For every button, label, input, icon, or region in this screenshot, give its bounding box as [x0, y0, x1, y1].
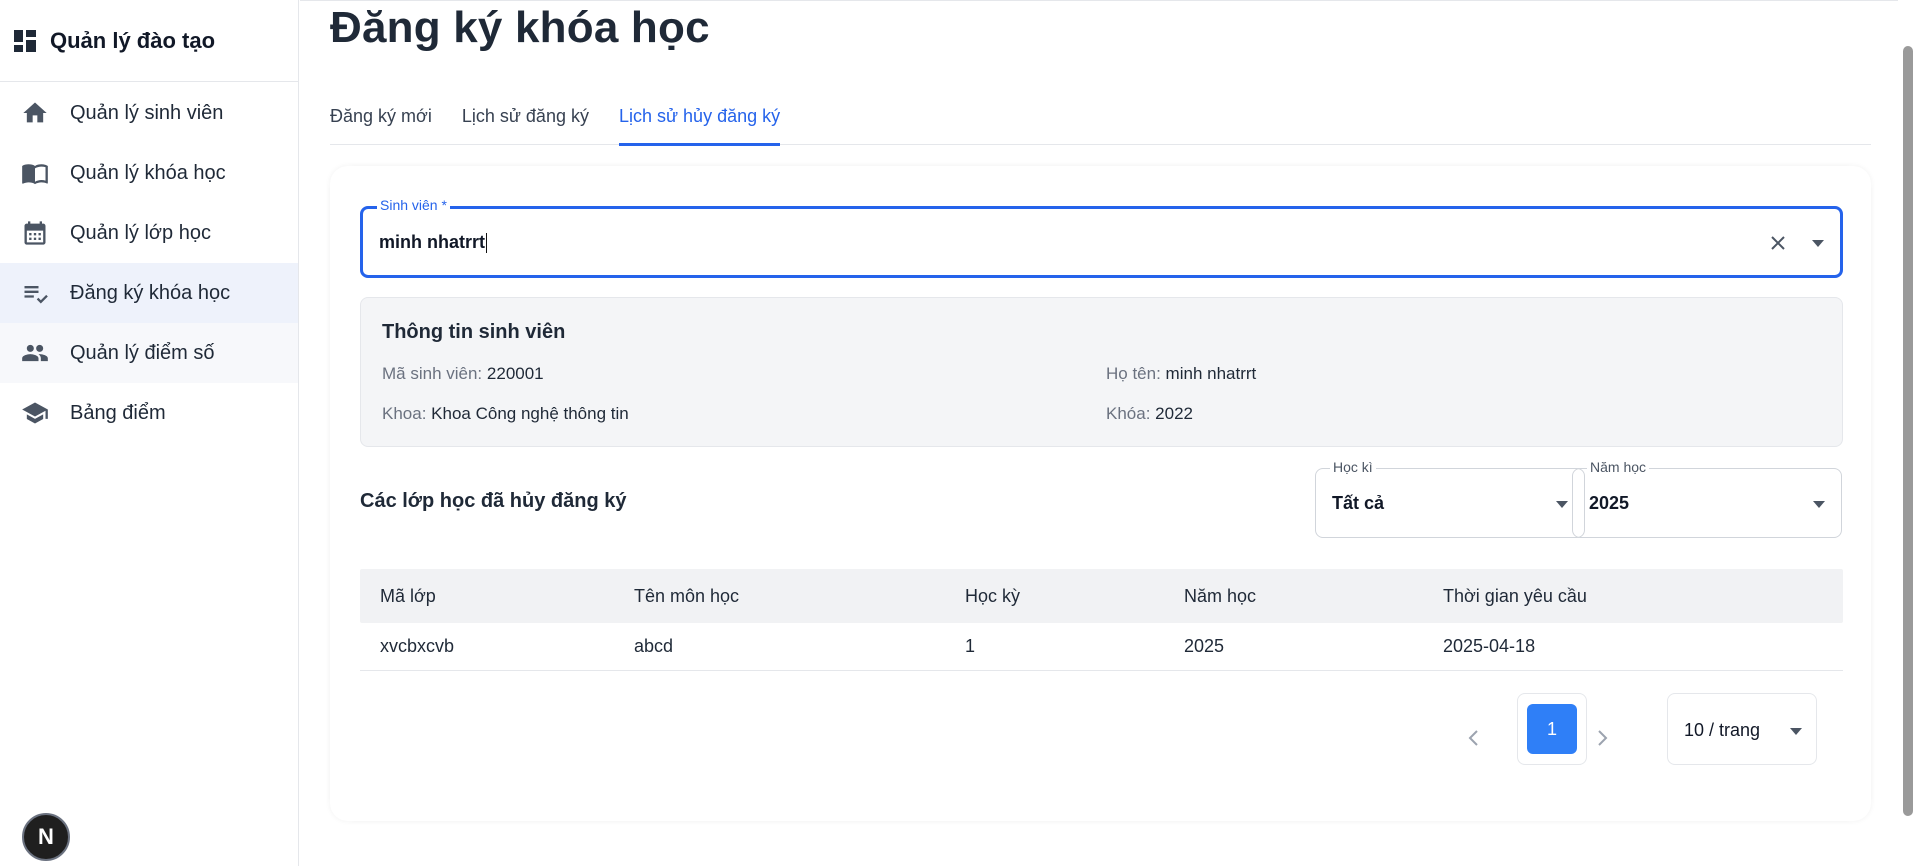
student-id-key: Mã sinh viên: — [382, 364, 483, 383]
student-faculty-value: Khoa Công nghệ thông tin — [431, 404, 629, 423]
column-header[interactable]: Tên môn học — [634, 586, 739, 607]
table-cell: 1 — [965, 636, 976, 656]
tab-cancellation-history[interactable]: Lịch sử hủy đăng ký — [618, 101, 781, 146]
semester-select-value: Tất cả — [1332, 493, 1385, 513]
column-header[interactable]: Thời gian yêu cầu — [1443, 586, 1587, 607]
tab-registration-history[interactable]: Lịch sử đăng ký — [462, 101, 589, 145]
sidebar-item-grades[interactable]: Quản lý điểm số — [0, 323, 298, 383]
table-header: Mã lớp Tên môn học Học kỳ Năm học Thời g… — [360, 569, 1843, 623]
student-select-label: Sinh viên * — [377, 197, 450, 213]
student-select-value[interactable]: minh nhatrrt — [379, 232, 487, 254]
sidebar-nav: Quản lý sinh viên Quản lý khóa học Quản … — [0, 83, 298, 443]
sidebar-item-students[interactable]: Quản lý sinh viên — [0, 83, 298, 143]
text-caret — [486, 233, 487, 254]
cancelled-classes-title: Các lớp học đã hủy đăng ký — [360, 490, 627, 512]
scrollbar[interactable] — [1898, 0, 1918, 866]
chevron-right-icon — [1598, 730, 1608, 746]
student-name-row: Họ tên: minh nhatrrt — [1106, 364, 1256, 384]
sidebar-item-classes[interactable]: Quản lý lớp học — [0, 203, 298, 263]
semester-select[interactable]: Học kì Tất cả — [1315, 459, 1585, 538]
student-name-value: minh nhatrrt — [1165, 364, 1257, 383]
pagination-next-button[interactable] — [1582, 718, 1622, 758]
column-header[interactable]: Học kỳ — [965, 586, 1020, 607]
n-badge[interactable]: N — [22, 813, 70, 861]
sidebar-item-label: Đăng ký khóa học — [70, 281, 231, 304]
calendar-icon — [20, 218, 50, 248]
student-id-value: 220001 — [486, 364, 544, 383]
app-root: Quản lý đào tạo Quản lý sinh viên Quản l… — [0, 0, 1918, 866]
main-content: Đăng ký khóa học Đăng ký mới Lịch sử đăn… — [300, 0, 1898, 866]
chevron-left-icon — [1468, 730, 1478, 746]
brand[interactable]: Quản lý đào tạo — [0, 0, 298, 82]
year-select-label: Năm học — [1587, 459, 1650, 475]
sidebar-item-label: Quản lý lớp học — [70, 221, 211, 244]
column-header[interactable]: Mã lớp — [380, 586, 436, 607]
book-icon — [20, 158, 50, 188]
student-name-key: Họ tên: — [1106, 364, 1161, 383]
student-select[interactable]: Sinh viên * minh nhatrrt — [360, 197, 1843, 278]
page-size-value: 10 / trang — [1684, 720, 1761, 740]
sidebar-item-label: Quản lý khóa học — [70, 161, 226, 184]
student-cohort-value: 2022 — [1155, 404, 1193, 423]
table-cell: abcd — [634, 636, 674, 656]
sidebar-item-label: Quản lý sinh viên — [70, 101, 224, 124]
brand-title: Quản lý đào tạo — [50, 27, 216, 53]
student-faculty-key: Khoa: — [382, 404, 427, 423]
page-size-select[interactable]: 10 / trang — [1667, 693, 1817, 765]
table-cell: 2025 — [1184, 636, 1225, 656]
chevron-down-icon — [1556, 501, 1568, 508]
pagination-prev-button[interactable] — [1454, 718, 1494, 758]
student-cohort-row: Khóa: 2022 — [1106, 404, 1193, 424]
tabs: Đăng ký mới Lịch sử đăng ký Lịch sử hủy … — [330, 101, 1871, 146]
tab-new-registration[interactable]: Đăng ký mới — [330, 101, 432, 145]
cancelled-classes-table: Mã lớp Tên môn học Học kỳ Năm học Thời g… — [360, 569, 1843, 671]
sidebar-item-label: Bảng điểm — [70, 401, 166, 424]
content-card: Sinh viên * minh nhatrrt Thông tin sinh … — [330, 166, 1871, 821]
table-cell: 2025-04-18 — [1443, 636, 1536, 656]
sidebar-item-courses[interactable]: Quản lý khóa học — [0, 143, 298, 203]
people-icon — [20, 338, 50, 368]
chevron-down-icon[interactable] — [1810, 236, 1826, 250]
chevron-down-icon — [1813, 501, 1825, 508]
student-select-text: minh nhatrrt — [379, 232, 485, 252]
student-faculty-row: Khoa: Khoa Công nghệ thông tin — [382, 404, 629, 424]
student-info-panel: Thông tin sinh viên Mã sinh viên: 220001… — [360, 297, 1843, 447]
sidebar-item-label: Quản lý điểm số — [70, 341, 215, 364]
year-select[interactable]: Năm học 2025 — [1572, 459, 1842, 538]
page-title: Đăng ký khóa học — [330, 3, 710, 52]
sidebar: Quản lý đào tạo Quản lý sinh viên Quản l… — [0, 0, 299, 866]
year-select-value: 2025 — [1589, 493, 1630, 513]
student-info-title: Thông tin sinh viên — [382, 321, 566, 343]
student-id-row: Mã sinh viên: 220001 — [382, 364, 544, 384]
sidebar-item-transcript[interactable]: Bảng điểm — [0, 383, 298, 443]
semester-select-label: Học kì — [1330, 459, 1376, 475]
column-header[interactable]: Năm học — [1184, 586, 1256, 607]
student-cohort-key: Khóa: — [1106, 404, 1151, 423]
dashboard-icon — [14, 29, 36, 52]
checklist-icon — [20, 278, 50, 308]
sidebar-item-registration[interactable]: Đăng ký khóa học — [0, 263, 298, 323]
pagination-page-box: 1 — [1517, 693, 1587, 765]
chevron-down-icon — [1790, 728, 1802, 735]
close-icon[interactable] — [1768, 233, 1788, 253]
school-icon — [20, 398, 50, 428]
scrollbar-thumb[interactable] — [1903, 46, 1913, 816]
table-row[interactable]: xvcbxcvb abcd 1 2025 2025-04-18 — [360, 623, 1843, 671]
home-icon — [20, 98, 50, 128]
pagination-current-page[interactable]: 1 — [1527, 704, 1577, 754]
table-cell: xvcbxcvb — [380, 636, 455, 656]
